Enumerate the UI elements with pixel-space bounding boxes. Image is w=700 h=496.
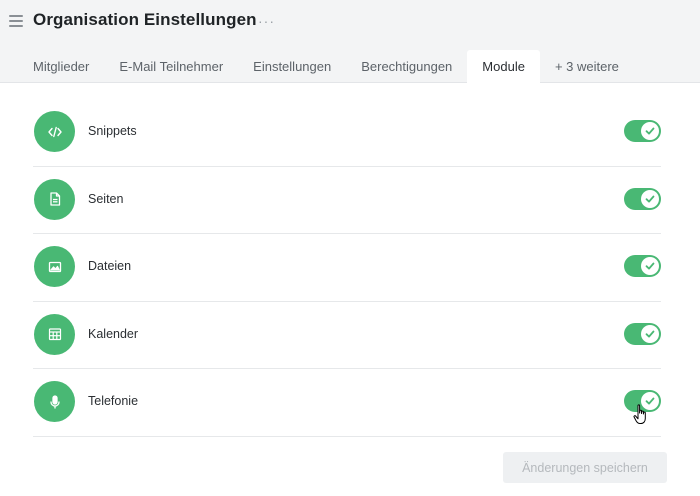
module-row-seiten: Seiten bbox=[33, 167, 661, 234]
module-toggle-kalender[interactable] bbox=[624, 322, 661, 345]
module-row-kalender: Kalender bbox=[33, 302, 661, 369]
code-icon bbox=[34, 111, 75, 152]
tab-berechtigungen[interactable]: Berechtigungen bbox=[346, 50, 467, 83]
module-label: Kalender bbox=[88, 326, 139, 341]
page-title: Organisation Einstellungen bbox=[33, 10, 257, 29]
module-label: Telefonie bbox=[88, 394, 139, 408]
module-label: Dateien bbox=[88, 259, 132, 273]
page-header: Organisation Einstellungen ··· Mitgliede… bbox=[0, 0, 700, 83]
hamburger-menu-icon[interactable] bbox=[9, 15, 23, 29]
tab-more[interactable]: + 3 weitere bbox=[540, 50, 634, 83]
module-toggle-snippets[interactable] bbox=[624, 120, 661, 142]
check-icon bbox=[641, 189, 659, 208]
tab-bar: Mitglieder E-Mail Teilnehmer Einstellung… bbox=[18, 50, 634, 83]
microphone-icon bbox=[34, 381, 75, 422]
image-icon bbox=[34, 246, 75, 287]
save-changes-button[interactable]: Änderungen speichern bbox=[503, 452, 667, 483]
module-label: Seiten bbox=[88, 191, 124, 206]
module-row-snippets: Snippets bbox=[33, 99, 661, 167]
check-icon bbox=[641, 324, 659, 343]
calendar-icon bbox=[34, 313, 75, 355]
more-options-icon[interactable]: ··· bbox=[258, 13, 275, 29]
hand-pointer-cursor-icon bbox=[633, 404, 649, 426]
module-toggle-dateien[interactable] bbox=[624, 255, 661, 277]
module-list: Snippets Seiten Dateien Kalender Telefon… bbox=[33, 99, 661, 437]
tab-einstellungen[interactable]: Einstellungen bbox=[238, 50, 346, 83]
tab-email-teilnehmer[interactable]: E-Mail Teilnehmer bbox=[104, 50, 238, 83]
check-icon bbox=[641, 122, 659, 140]
document-icon bbox=[34, 178, 75, 220]
tab-module[interactable]: Module bbox=[467, 50, 540, 83]
tab-mitglieder[interactable]: Mitglieder bbox=[18, 50, 104, 83]
check-icon bbox=[641, 257, 659, 275]
module-row-telefonie: Telefonie bbox=[33, 369, 661, 437]
module-toggle-seiten[interactable] bbox=[624, 187, 661, 210]
module-row-dateien: Dateien bbox=[33, 234, 661, 302]
module-label: Snippets bbox=[88, 124, 137, 138]
